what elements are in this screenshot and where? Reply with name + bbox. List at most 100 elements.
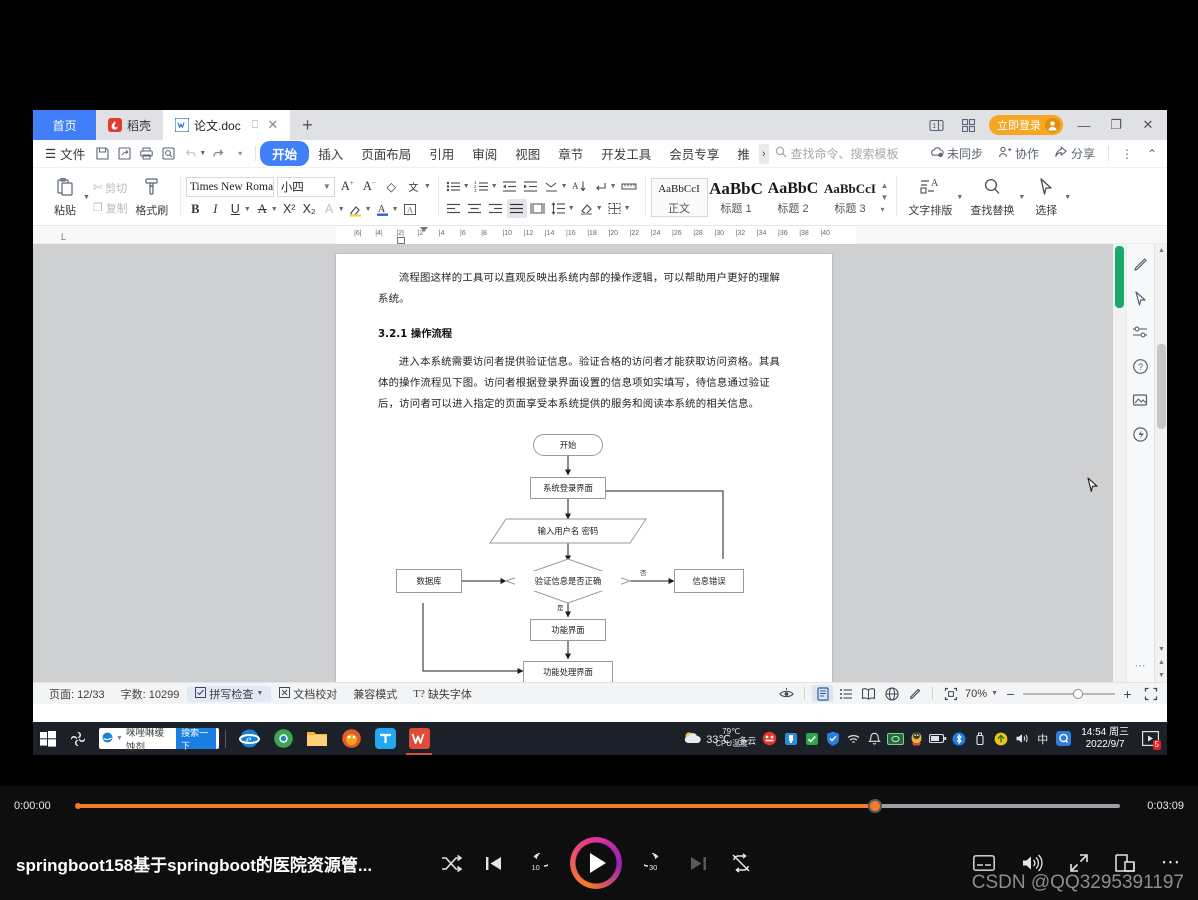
fullscreen-icon[interactable] xyxy=(1069,853,1089,873)
ribbon-tab-references[interactable]: 引用 xyxy=(420,141,463,166)
previous-track-icon[interactable] xyxy=(484,854,504,873)
bell-icon[interactable] xyxy=(865,722,884,755)
more-options-icon[interactable]: ⋮ xyxy=(1116,143,1138,165)
forward-30-icon[interactable]: 30 xyxy=(644,853,666,873)
ribbon-tab-view[interactable]: 视图 xyxy=(506,141,549,166)
numbering-button[interactable]: 123 xyxy=(472,177,492,196)
scrollbar-thumb-green[interactable] xyxy=(1115,246,1124,308)
more-options-icon[interactable]: ⋯ xyxy=(1161,853,1180,872)
styles-scroll-up-icon[interactable]: ▲ xyxy=(881,181,889,190)
cursor-select-icon[interactable] xyxy=(1131,288,1151,308)
increase-indent-button[interactable] xyxy=(521,177,541,196)
style-heading-2[interactable]: AaBbC 标题 2 xyxy=(765,178,822,217)
new-tab-button[interactable]: + xyxy=(290,110,325,140)
sync-status-button[interactable]: 未同步 xyxy=(924,143,989,164)
styles-scroll-down-icon[interactable]: ▼ xyxy=(881,193,889,202)
document-page[interactable]: 流程图这样的工具可以直观反映出系统内部的操作逻辑，可以帮助用户更好的理解系统。 … xyxy=(336,254,832,682)
image-tools-icon[interactable] xyxy=(1131,390,1151,410)
zoom-slider[interactable] xyxy=(1023,688,1115,700)
chevron-down-icon[interactable]: ▼ xyxy=(320,182,331,191)
taskbar-app-wps[interactable] xyxy=(402,722,436,755)
ribbon-tab-start[interactable]: 开始 xyxy=(260,141,310,166)
underline-caret-icon[interactable]: ▼ xyxy=(244,206,251,213)
windows-logo-icon[interactable] xyxy=(33,722,63,755)
horizontal-ruler[interactable]: |6| |4| |2| |2 |4 |6 |8 |10 |12 |14 |16 |18 |20 |22 |2… xyxy=(336,226,856,244)
wifi-icon[interactable] xyxy=(844,722,863,755)
ai-assistant-icon[interactable] xyxy=(1131,424,1151,444)
collaborate-button[interactable]: 协作 xyxy=(992,143,1045,164)
zoom-level-label[interactable]: 70% xyxy=(963,688,989,700)
highlight-caret-icon[interactable]: ▼ xyxy=(365,206,372,213)
sort-button[interactable]: A xyxy=(570,177,590,196)
eye-icon[interactable] xyxy=(776,685,797,702)
bullets-caret-icon[interactable]: ▼ xyxy=(463,183,470,190)
tab-home[interactable]: 首页 xyxy=(33,110,96,140)
zoom-in-button[interactable]: + xyxy=(1117,685,1138,702)
line-spacing-caret-icon[interactable]: ▼ xyxy=(568,205,575,212)
battery-icon[interactable] xyxy=(928,722,947,755)
scrollbar-thumb[interactable] xyxy=(1157,344,1166,429)
clear-formatting-button[interactable]: ◇ xyxy=(382,177,401,196)
shuffle-icon[interactable] xyxy=(440,854,462,873)
redo-icon[interactable] xyxy=(207,143,229,165)
taskbar-search-box[interactable]: ▼ 咪唑啉缓蚀剂 搜索一下 xyxy=(99,728,219,753)
taskbar-search-button[interactable]: 搜索一下 xyxy=(176,728,216,751)
taskbar-app-firefox[interactable] xyxy=(334,722,368,755)
cast-icon[interactable]: ⎕ xyxy=(252,119,259,132)
taskbar-app-file-explorer[interactable] xyxy=(300,722,334,755)
zoom-out-button[interactable]: − xyxy=(1000,685,1021,702)
marks-caret-icon[interactable]: ▼ xyxy=(610,183,617,190)
captions-icon[interactable] xyxy=(973,855,995,871)
shield-red-icon[interactable] xyxy=(760,722,779,755)
collapse-ribbon-icon[interactable]: ⌃ xyxy=(1141,143,1163,165)
word-count[interactable]: 字数: 10299 xyxy=(113,686,188,702)
volume-icon[interactable] xyxy=(1012,722,1031,755)
pinyin-guide-button[interactable]: 文 xyxy=(404,177,423,196)
document-canvas[interactable]: 流程图这样的工具可以直观反映出系统内部的操作逻辑，可以帮助用户更好的理解系统。 … xyxy=(33,244,1167,682)
play-button[interactable] xyxy=(570,837,622,889)
text-layout-caret-icon[interactable]: ▼ xyxy=(956,194,963,201)
style-heading-1[interactable]: AaBbC 标题 1 xyxy=(708,178,765,217)
seek-bar[interactable] xyxy=(75,799,1120,813)
usb-icon[interactable] xyxy=(781,722,800,755)
read-view-icon[interactable] xyxy=(858,685,879,702)
show-formatting-marks-button[interactable] xyxy=(591,177,611,196)
left-indent-marker[interactable] xyxy=(397,237,405,244)
edit-pen-icon[interactable] xyxy=(904,685,925,702)
bluetooth-icon[interactable] xyxy=(949,722,968,755)
zoom-slider-handle[interactable] xyxy=(1073,688,1083,699)
font-color-caret-icon[interactable]: ▼ xyxy=(392,206,399,213)
strikethrough-caret-icon[interactable]: ▼ xyxy=(271,206,278,213)
character-border-button[interactable]: A xyxy=(401,200,420,219)
page-indicator[interactable]: 页面: 12/33 xyxy=(41,686,113,702)
weather-widget[interactable]: 79℃ 33℃ CPU温度 多云 xyxy=(682,727,758,750)
styles-expand-icon[interactable]: ▾ xyxy=(881,205,889,214)
360-icon[interactable] xyxy=(802,722,821,755)
align-center-button[interactable] xyxy=(465,199,485,218)
next-track-icon[interactable] xyxy=(688,854,708,873)
paste-button[interactable]: 粘贴 xyxy=(45,177,85,218)
taskbar-clock[interactable]: 14:54 周三 2022/9/7 xyxy=(1075,727,1135,751)
chinese-layout-button[interactable] xyxy=(542,177,562,196)
decrease-indent-button[interactable] xyxy=(500,177,520,196)
paste-caret-icon[interactable]: ▼ xyxy=(83,194,90,201)
borders-button[interactable] xyxy=(605,199,625,218)
document-scrollbar-outer[interactable]: ▲ ▼ ▲ ▼ xyxy=(1154,244,1167,682)
first-line-indent-marker[interactable] xyxy=(420,227,428,232)
font-size-input[interactable]: 小四 ▼ xyxy=(276,176,335,197)
login-button[interactable]: 立即登录 xyxy=(989,115,1063,135)
ribbon-tab-recommend[interactable]: 推 xyxy=(728,141,759,166)
tab-document[interactable]: 论文.doc ⎕ ✕ xyxy=(163,110,291,140)
shading-button[interactable] xyxy=(577,199,597,218)
side-toolbar-more-icon[interactable]: ⋯ xyxy=(1135,659,1147,672)
scroll-down-icon[interactable]: ▼ xyxy=(1155,643,1167,656)
ruler-toggle-button[interactable] xyxy=(619,177,639,196)
file-menu-button[interactable]: ☰ 文件 xyxy=(39,144,91,163)
bullets-button[interactable] xyxy=(444,177,464,196)
scroll-up-icon[interactable]: ▲ xyxy=(1155,244,1167,257)
find-replace-button[interactable]: 查找替换 xyxy=(964,177,1020,218)
italic-button[interactable]: I xyxy=(206,200,225,219)
pinyin-caret-icon[interactable]: ▼ xyxy=(424,183,431,190)
outline-view-icon[interactable] xyxy=(835,685,856,702)
distribute-button[interactable] xyxy=(528,199,548,218)
